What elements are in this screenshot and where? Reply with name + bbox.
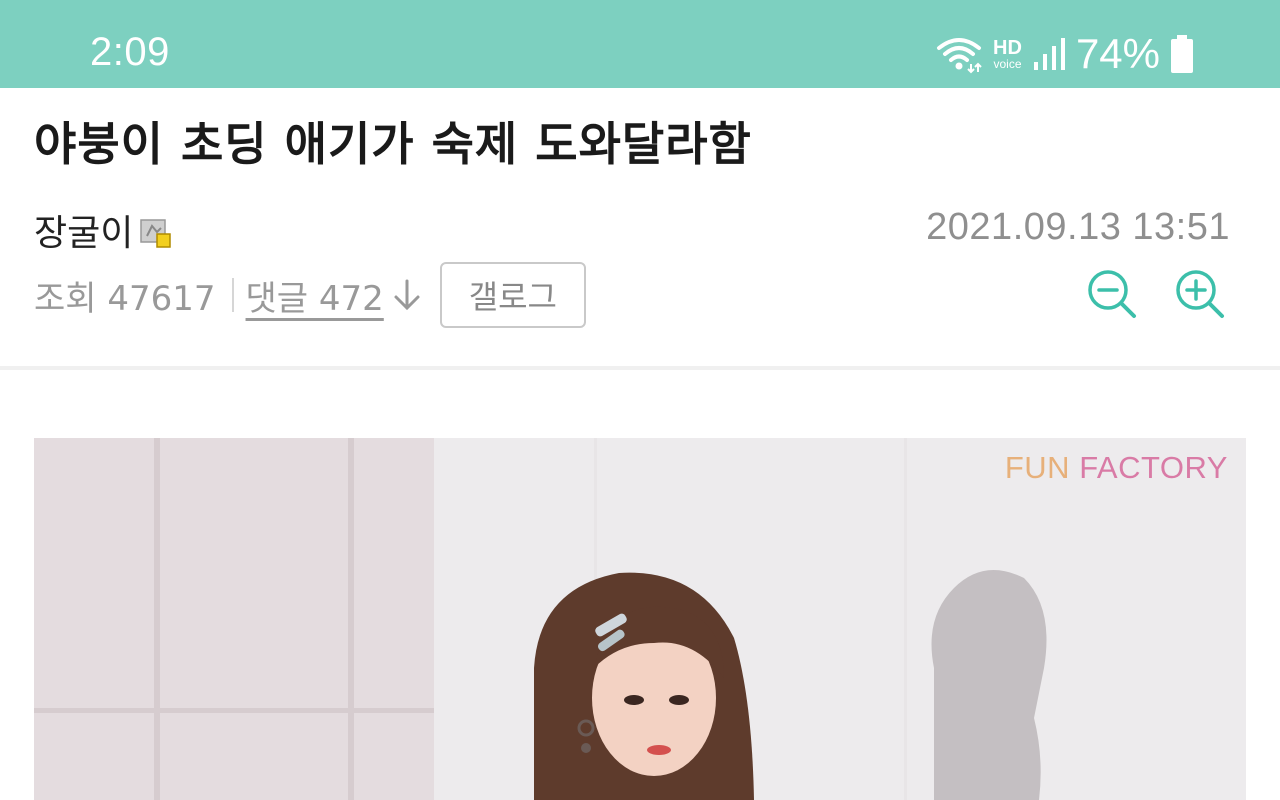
status-time: 2:09	[90, 30, 170, 74]
stats-row: 조회 47617 댓글 472 갤로그	[34, 262, 586, 328]
view-count: 조회 47617	[34, 278, 216, 319]
gallog-button[interactable]: 갤로그	[439, 262, 586, 328]
arrow-down-icon	[394, 279, 420, 311]
header-divider	[0, 366, 1280, 370]
watermark-part2: FACTORY	[1079, 450, 1228, 485]
watermark-part1: FUN	[1004, 450, 1071, 485]
status-indicators: HD voice 74%	[935, 28, 1194, 80]
hd-label: HD	[993, 37, 1022, 59]
author-row: 장굴이	[34, 204, 173, 256]
voice-label: voice	[993, 57, 1022, 71]
comments-link[interactable]: 댓글 472	[246, 271, 422, 320]
battery-percent: 74%	[1075, 30, 1160, 77]
zoom-in-icon[interactable]	[1172, 266, 1228, 322]
post-date: 2021.09.13 13:51	[926, 206, 1230, 248]
post-title: 야붕이 초딩 애기가 숙제 도와달라함	[34, 117, 752, 171]
hd-voice-icon: HD voice	[993, 38, 1022, 70]
signal-icon	[1033, 38, 1065, 70]
post-image[interactable]: FUN FACTORY	[34, 438, 1246, 800]
author-name[interactable]: 장굴이	[34, 204, 133, 256]
status-bar: 2:09 HD voice 74%	[0, 0, 1280, 88]
stat-divider	[231, 278, 234, 312]
photo-illustration	[34, 438, 1246, 800]
battery-icon	[1171, 35, 1193, 73]
zoom-out-icon[interactable]	[1084, 266, 1140, 322]
comments-label: 댓글 472	[245, 278, 384, 319]
member-badge-icon	[140, 219, 172, 248]
zoom-controls	[1084, 266, 1228, 322]
watermark: FUN FACTORY	[1005, 450, 1228, 486]
wifi-icon	[937, 38, 982, 74]
